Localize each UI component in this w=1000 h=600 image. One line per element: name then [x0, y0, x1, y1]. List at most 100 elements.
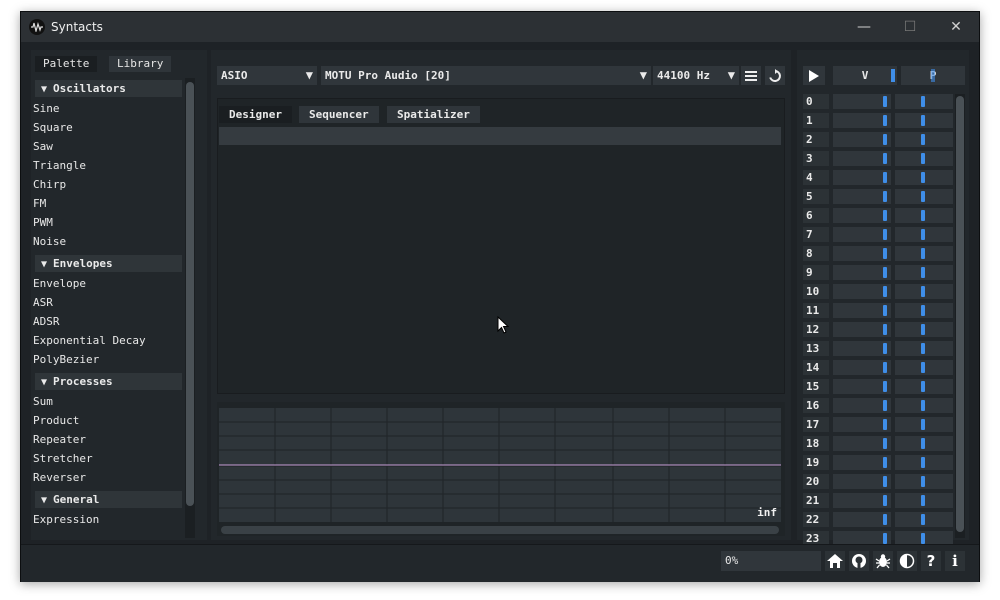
channel-pitch-handle[interactable] — [921, 533, 925, 544]
channel-volume-slider[interactable] — [833, 436, 891, 451]
channel-volume-slider[interactable] — [833, 189, 891, 204]
channel-pitch-slider[interactable] — [895, 284, 953, 299]
plot-scrollbar[interactable] — [221, 526, 779, 534]
channel-pitch-slider[interactable] — [895, 170, 953, 185]
channel-number[interactable]: 1 — [803, 113, 829, 128]
channel-pitch-handle[interactable] — [921, 229, 925, 240]
minimize-button[interactable]: — — [841, 12, 887, 42]
channel-volume-slider[interactable] — [833, 379, 891, 394]
channel-number[interactable]: 7 — [803, 227, 829, 242]
channel-volume-slider[interactable] — [833, 303, 891, 318]
channel-number[interactable]: 6 — [803, 208, 829, 223]
signal-drop-slot[interactable] — [219, 127, 781, 145]
channel-volume-handle[interactable] — [883, 438, 887, 449]
channel-pitch-slider[interactable] — [895, 379, 953, 394]
channel-volume-handle[interactable] — [883, 400, 887, 411]
channel-volume-slider[interactable] — [833, 398, 891, 413]
channel-pitch-handle[interactable] — [921, 457, 925, 468]
channel-pitch-slider[interactable] — [895, 474, 953, 489]
palette-item-asr[interactable]: ASR — [33, 296, 53, 309]
channel-pitch-slider[interactable] — [895, 227, 953, 242]
tab-designer[interactable]: Designer — [219, 106, 292, 123]
title-bar[interactable]: Syntacts — ☐ ✕ — [21, 12, 979, 42]
channel-number[interactable]: 19 — [803, 455, 829, 470]
channel-volume-slider[interactable] — [833, 113, 891, 128]
channel-pitch-handle[interactable] — [921, 115, 925, 126]
channel-number[interactable]: 10 — [803, 284, 829, 299]
home-button[interactable] — [825, 551, 845, 571]
channel-volume-handle[interactable] — [883, 381, 887, 392]
palette-item-square[interactable]: Square — [33, 121, 73, 134]
section-processes[interactable]: ▼ Processes — [35, 373, 182, 390]
channel-pitch-handle[interactable] — [921, 438, 925, 449]
channel-number[interactable]: 17 — [803, 417, 829, 432]
channel-pitch-handle[interactable] — [921, 476, 925, 487]
channel-volume-handle[interactable] — [883, 362, 887, 373]
channel-volume-slider[interactable] — [833, 151, 891, 166]
channel-number[interactable]: 20 — [803, 474, 829, 489]
channel-pitch-handle[interactable] — [921, 419, 925, 430]
channel-pitch-handle[interactable] — [921, 96, 925, 107]
channel-volume-handle[interactable] — [883, 514, 887, 525]
channel-number[interactable]: 4 — [803, 170, 829, 185]
channel-pitch-handle[interactable] — [921, 324, 925, 335]
palette-item-triangle[interactable]: Triangle — [33, 159, 86, 172]
channel-number[interactable]: 3 — [803, 151, 829, 166]
palette-item-reverser[interactable]: Reverser — [33, 471, 86, 484]
channel-number[interactable]: 21 — [803, 493, 829, 508]
channel-volume-handle[interactable] — [883, 324, 887, 335]
channel-pitch-handle[interactable] — [921, 191, 925, 202]
info-button[interactable]: i — [945, 551, 965, 571]
master-pitch-handle[interactable] — [931, 69, 935, 82]
palette-item-polybezier[interactable]: PolyBezier — [33, 353, 99, 366]
menu-button[interactable] — [741, 66, 761, 85]
channel-volume-slider[interactable] — [833, 284, 891, 299]
channels-scrollbar[interactable] — [955, 94, 965, 538]
channel-volume-handle[interactable] — [883, 172, 887, 183]
channel-pitch-slider[interactable] — [895, 151, 953, 166]
channel-volume-handle[interactable] — [883, 191, 887, 202]
palette-item-exponential-decay[interactable]: Exponential Decay — [33, 334, 146, 347]
channel-volume-slider[interactable] — [833, 360, 891, 375]
palette-item-adsr[interactable]: ADSR — [33, 315, 60, 328]
channel-volume-handle[interactable] — [883, 115, 887, 126]
channel-pitch-handle[interactable] — [921, 381, 925, 392]
help-button[interactable]: ? — [921, 551, 941, 571]
channel-volume-slider[interactable] — [833, 417, 891, 432]
channel-pitch-slider[interactable] — [895, 455, 953, 470]
channel-pitch-handle[interactable] — [921, 210, 925, 221]
channel-volume-slider[interactable] — [833, 512, 891, 527]
palette-item-sine[interactable]: Sine — [33, 102, 60, 115]
palette-item-noise[interactable]: Noise — [33, 235, 66, 248]
channel-pitch-slider[interactable] — [895, 436, 953, 451]
audio-api-select[interactable]: ASIO ▼ — [217, 66, 317, 85]
palette-scrollbar[interactable] — [185, 78, 195, 538]
channel-volume-handle[interactable] — [883, 286, 887, 297]
section-general[interactable]: ▼ General — [35, 491, 182, 508]
channel-volume-slider[interactable] — [833, 455, 891, 470]
channel-pitch-slider[interactable] — [895, 246, 953, 261]
channel-number[interactable]: 11 — [803, 303, 829, 318]
channel-pitch-slider[interactable] — [895, 398, 953, 413]
channel-pitch-handle[interactable] — [921, 267, 925, 278]
channel-pitch-slider[interactable] — [895, 265, 953, 280]
tab-library[interactable]: Library — [109, 56, 172, 72]
channel-pitch-handle[interactable] — [921, 362, 925, 373]
bug-report-button[interactable] — [873, 551, 893, 571]
palette-item-saw[interactable]: Saw — [33, 140, 53, 153]
channel-number[interactable]: 14 — [803, 360, 829, 375]
palette-item-envelope[interactable]: Envelope — [33, 277, 86, 290]
channel-number[interactable]: 16 — [803, 398, 829, 413]
section-oscillators[interactable]: ▼ Oscillators — [35, 80, 182, 97]
maximize-button[interactable]: ☐ — [887, 12, 933, 42]
channel-pitch-handle[interactable] — [921, 153, 925, 164]
channel-pitch-handle[interactable] — [921, 305, 925, 316]
channel-volume-handle[interactable] — [883, 476, 887, 487]
channel-pitch-slider[interactable] — [895, 113, 953, 128]
palette-scrollbar-thumb[interactable] — [186, 82, 194, 506]
channel-pitch-handle[interactable] — [921, 286, 925, 297]
channel-volume-slider[interactable] — [833, 246, 891, 261]
channel-volume-handle[interactable] — [883, 210, 887, 221]
channel-volume-handle[interactable] — [883, 533, 887, 544]
channel-pitch-slider[interactable] — [895, 360, 953, 375]
